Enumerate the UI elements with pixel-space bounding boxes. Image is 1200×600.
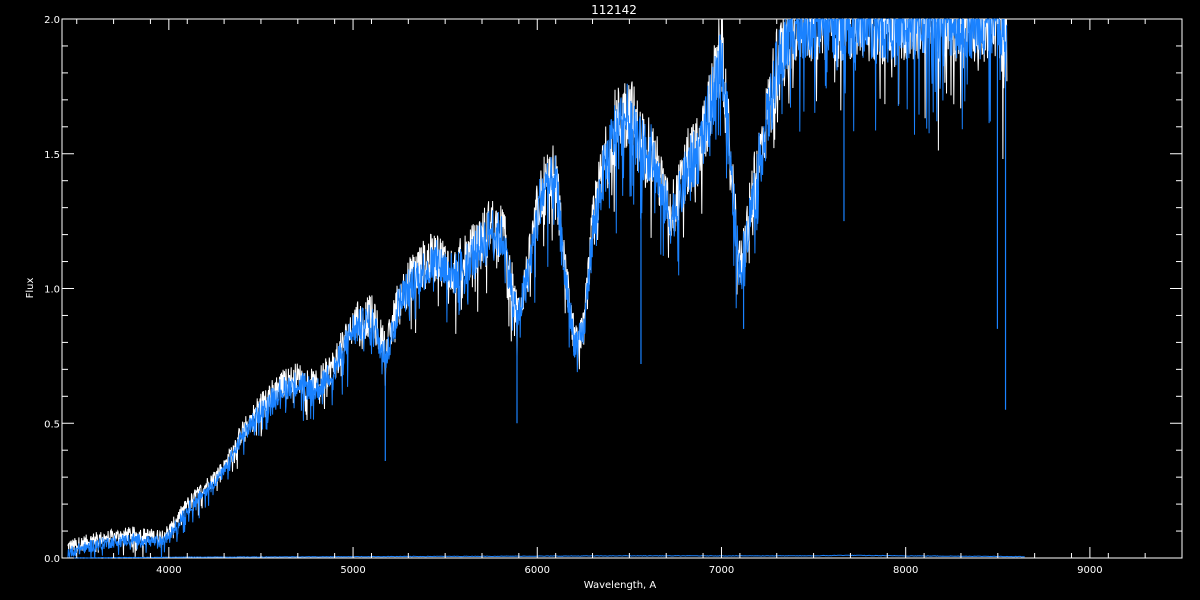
y-tick-label: 1.0: [44, 285, 60, 296]
y-axis-title: Flux: [25, 278, 36, 299]
y-tick-label: 0.5: [44, 419, 60, 430]
x-tick-label: 8000: [893, 565, 918, 576]
spectrum-chart: 112142 4000 5000 6000 7000 8000 9000 0.0 0.5 1.0…: [0, 0, 1200, 600]
x-tick-label: 5000: [340, 565, 365, 576]
y-tick-label: 0.0: [44, 554, 60, 565]
x-tick-label: 7000: [709, 565, 734, 576]
y-tick-label: 2.0: [44, 15, 60, 26]
x-axis-title: Wavelength, A: [584, 580, 657, 591]
y-tick-label: 1.5: [44, 150, 60, 161]
x-tick-label: 9000: [1077, 565, 1102, 576]
x-tick-label: 4000: [156, 565, 181, 576]
x-tick-label: 6000: [525, 565, 550, 576]
chart-title: 112142: [591, 3, 637, 17]
